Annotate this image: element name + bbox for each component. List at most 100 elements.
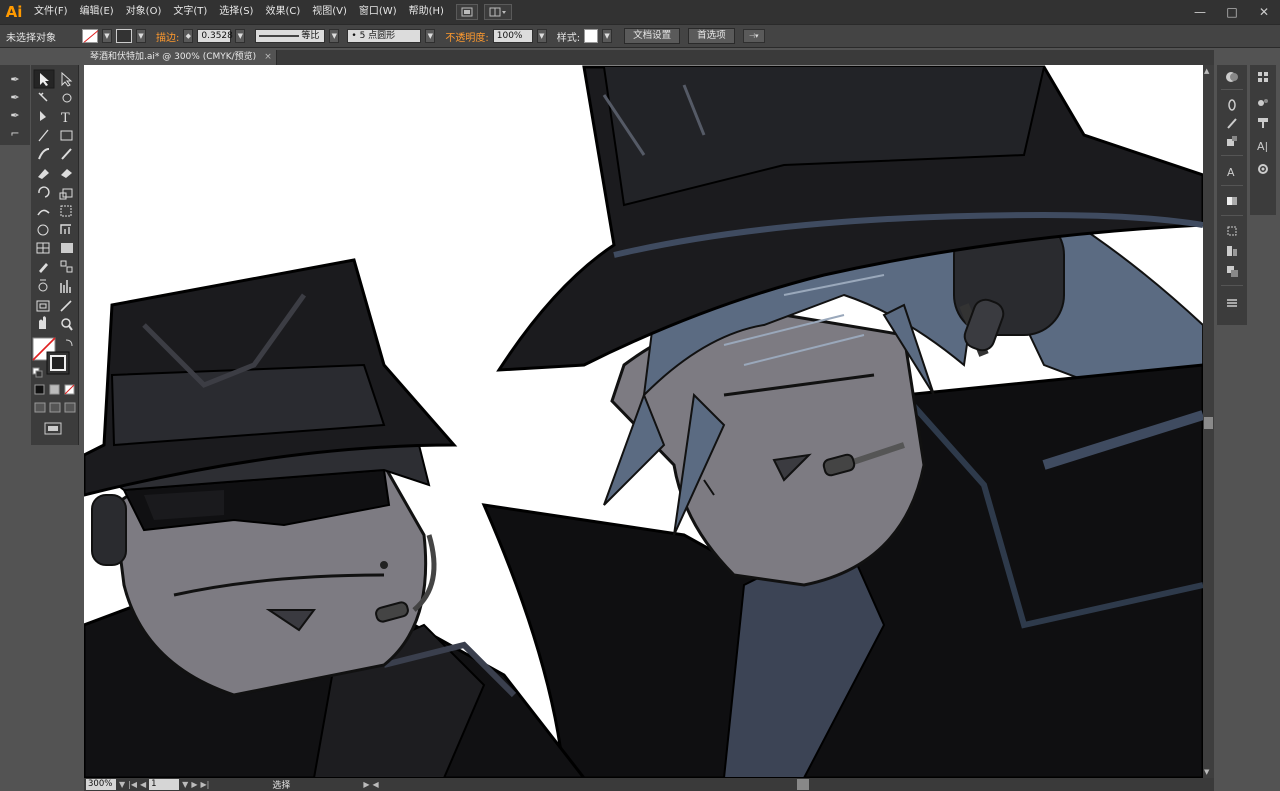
menu-window[interactable]: 窗口(W) [353, 0, 403, 24]
opacity-label[interactable]: 不透明度: [445, 29, 488, 44]
stroke-dropdown-icon[interactable]: ▼ [136, 29, 146, 43]
blob-brush-tool[interactable] [34, 165, 52, 181]
graphic-style-swatch[interactable] [584, 29, 599, 43]
hand-tool[interactable] [34, 317, 52, 333]
zoom-field[interactable]: 300% [86, 779, 116, 790]
first-artboard-icon[interactable]: |◀ [128, 780, 137, 789]
menu-select[interactable]: 选择(S) [213, 0, 259, 24]
magic-wand-tool[interactable] [34, 89, 52, 105]
menu-edit[interactable]: 编辑(E) [74, 0, 120, 24]
artboard-dropdown-icon[interactable]: ▼ [182, 780, 188, 789]
preferences-button[interactable]: 首选项 [688, 28, 735, 44]
maximize-icon[interactable]: □ [1216, 1, 1248, 23]
appearance-panel-icon[interactable] [1253, 115, 1273, 131]
stroke-stepper[interactable]: ◆ [183, 29, 194, 43]
mesh-tool[interactable] [34, 241, 52, 257]
shape-builder-tool[interactable] [34, 222, 52, 238]
pencil-tool[interactable] [57, 146, 75, 162]
draw-behind-icon[interactable] [49, 401, 61, 413]
brush-dropdown-icon[interactable]: ▼ [425, 29, 436, 43]
artboard-canvas[interactable] [84, 65, 1203, 778]
delete-anchor-icon[interactable]: ✒ [6, 107, 24, 123]
pen-tool[interactable] [34, 108, 52, 124]
symbols-panel-icon[interactable] [1222, 133, 1242, 149]
blend-tool[interactable] [57, 260, 75, 276]
document-tab[interactable]: 琴酒和伏特加.ai* @ 300% (CMYK/预览) × [84, 50, 277, 65]
draw-inside-icon[interactable] [64, 401, 76, 413]
vertical-scroll-thumb[interactable] [1204, 417, 1213, 429]
warp-tool[interactable] [34, 203, 52, 219]
arrange-documents-icon[interactable] [483, 4, 512, 20]
next-artboard-icon[interactable]: ▶ [191, 780, 197, 789]
fill-swatch[interactable] [82, 29, 98, 43]
prev-artboard-icon[interactable]: ◀ [140, 780, 146, 789]
default-fill-stroke-icon[interactable] [33, 368, 43, 378]
menu-help[interactable]: 帮助(H) [403, 0, 450, 24]
column-graph-tool[interactable] [57, 279, 75, 295]
opacity-field[interactable]: 100% [492, 29, 533, 43]
stroke-weight-dropdown-icon[interactable]: ▼ [235, 29, 246, 43]
color-panel-icon[interactable] [1222, 69, 1242, 85]
opacity-dropdown-icon[interactable]: ▼ [536, 29, 547, 43]
gradient-panel-icon[interactable] [1222, 193, 1242, 209]
graphic-style-dropdown-icon[interactable]: ▼ [602, 29, 613, 43]
scale-tool[interactable] [57, 184, 75, 200]
free-transform-tool[interactable] [57, 203, 75, 219]
transparency-panel-icon[interactable] [1222, 97, 1242, 113]
zoom-dropdown-icon[interactable]: ▼ [119, 780, 125, 789]
layers-panel-icon[interactable] [1222, 295, 1242, 311]
minimize-icon[interactable]: — [1184, 1, 1216, 23]
close-icon[interactable]: ✕ [1248, 1, 1280, 23]
stroke-profile-dropdown-icon[interactable]: ▼ [329, 29, 340, 43]
convert-anchor-icon[interactable]: ⌐ [6, 125, 24, 141]
stroke-panel-icon[interactable] [1253, 161, 1273, 177]
scroll-up-icon[interactable]: ▲ [1204, 67, 1209, 75]
zoom-tool[interactable] [57, 317, 75, 333]
swatches-panel-icon[interactable] [1253, 69, 1273, 85]
color-mode-icon[interactable] [34, 383, 46, 395]
document-setup-button[interactable]: 文档设置 [624, 28, 681, 44]
menu-type[interactable]: 文字(T) [167, 0, 213, 24]
vertical-scrollbar[interactable]: ▲ ▼ [1203, 65, 1214, 778]
artboard-number-field[interactable]: 1 [149, 779, 180, 790]
menu-object[interactable]: 对象(O) [120, 0, 168, 24]
stroke-swatch[interactable] [116, 29, 132, 43]
character-styles-panel-icon[interactable]: A [1222, 163, 1242, 179]
add-anchor-icon[interactable]: ✒ [6, 89, 24, 105]
scroll-down-icon[interactable]: ▼ [1204, 768, 1209, 776]
eyedropper-tool[interactable] [34, 260, 52, 276]
eraser-tool[interactable] [57, 165, 75, 181]
scroll-left-icon[interactable]: ◀ [373, 780, 379, 789]
brush-field[interactable]: • 5 点圆形 [347, 29, 422, 43]
graphic-styles-panel-icon[interactable] [1253, 95, 1273, 111]
stroke-color-box[interactable] [47, 352, 69, 374]
menu-effect[interactable]: 效果(C) [259, 0, 306, 24]
stroke-weight-field[interactable]: 0.3528 [197, 29, 233, 43]
stroke-profile-field[interactable]: 等比 [255, 29, 326, 43]
brushes-panel-icon[interactable] [1222, 115, 1242, 131]
screen-mode-icon[interactable] [44, 421, 62, 435]
gradient-tool[interactable] [57, 241, 75, 257]
fill-dropdown-icon[interactable]: ▼ [102, 29, 112, 43]
graph-tool[interactable] [57, 222, 75, 238]
close-tab-icon[interactable]: × [264, 52, 272, 62]
slice-tool[interactable] [57, 298, 75, 314]
menu-file[interactable]: 文件(F) [28, 0, 74, 24]
pen-icon[interactable]: ✒ [6, 71, 24, 87]
paintbrush-tool[interactable] [34, 146, 52, 162]
draw-normal-icon[interactable] [34, 401, 46, 413]
status-menu-icon[interactable]: ▶ [363, 780, 369, 789]
lasso-tool[interactable] [57, 89, 75, 105]
rotate-tool[interactable] [34, 184, 52, 200]
menu-view[interactable]: 视图(V) [306, 0, 353, 24]
artboard-tool[interactable] [34, 298, 52, 314]
direct-selection-tool[interactable] [57, 70, 75, 86]
transform-panel-icon[interactable] [1222, 223, 1242, 239]
pathfinder-panel-icon[interactable] [1222, 263, 1242, 279]
swap-fill-stroke-icon[interactable] [65, 338, 75, 348]
last-artboard-icon[interactable]: ▶| [200, 780, 209, 789]
bridge-icon[interactable] [455, 4, 478, 20]
type-tool[interactable] [57, 108, 75, 124]
line-tool[interactable] [34, 127, 52, 143]
none-mode-icon[interactable] [64, 383, 76, 395]
